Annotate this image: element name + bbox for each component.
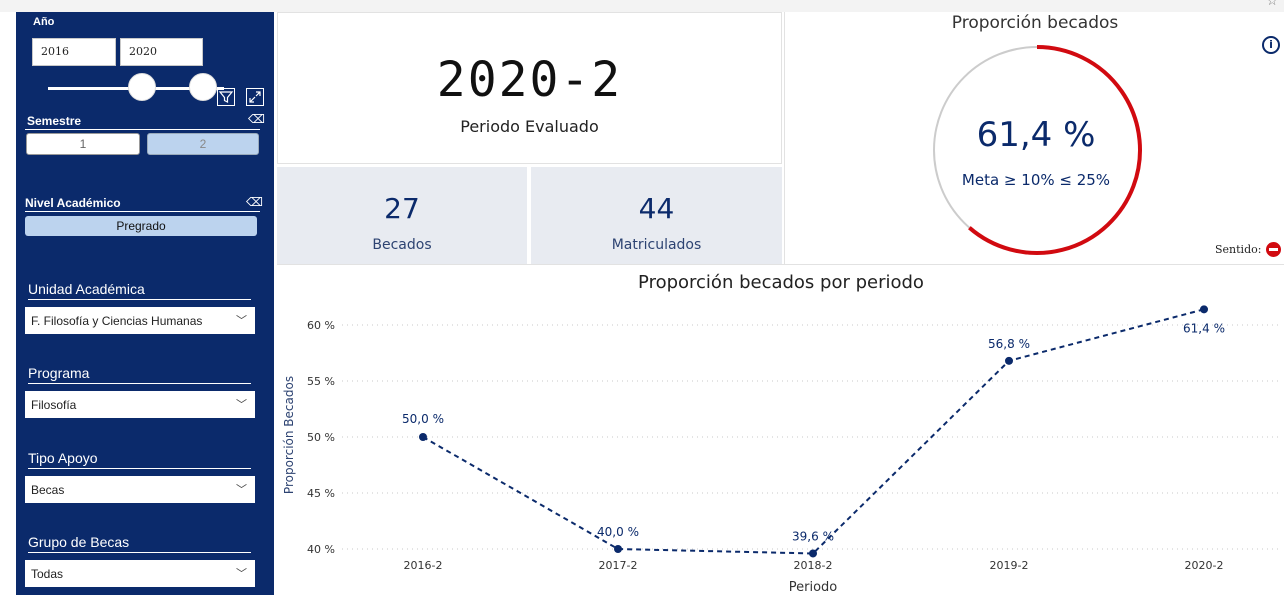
period-value: 2020-2 xyxy=(436,52,623,108)
x-tick-label: 2020-2 xyxy=(1185,559,1224,572)
dashboard: ☆ Año 2016 2020 Semestre ⌫ 1 2 Nivel Aca… xyxy=(0,0,1284,595)
clear-semester-icon[interactable]: ⌫ xyxy=(248,112,265,126)
academic-unit-divider xyxy=(28,299,251,300)
x-tick-label: 2017-2 xyxy=(599,559,638,572)
academic-level-divider xyxy=(25,211,260,212)
focus-mode-icon[interactable] xyxy=(246,88,264,106)
data-label: 50,0 % xyxy=(402,412,444,426)
filter-sidebar: Año 2016 2020 Semestre ⌫ 1 2 Nivel Acadé… xyxy=(16,12,274,595)
data-label: 40,0 % xyxy=(597,525,639,539)
semester-label: Semestre xyxy=(27,114,82,128)
gauge-title: Proporción becados xyxy=(951,13,1119,33)
y-tick-label: 50 % xyxy=(307,431,335,444)
academic-unit-value: F. Filosofía y Ciencias Humanas xyxy=(31,314,203,328)
year-from-input[interactable]: 2016 xyxy=(32,38,116,66)
chart-title: Proporción becados por periodo xyxy=(638,272,924,293)
minus-circle-icon xyxy=(1266,242,1281,257)
chevron-down-icon: ﹀ xyxy=(236,484,247,496)
y-tick-label: 55 % xyxy=(307,375,335,388)
x-tick-label: 2019-2 xyxy=(990,559,1029,572)
chevron-down-icon: ﹀ xyxy=(236,399,247,411)
year-label: Año xyxy=(33,16,55,28)
data-point xyxy=(809,549,817,558)
program-dropdown[interactable]: Filosofía ﹀ xyxy=(25,391,255,418)
y-axis-title: Proporción Becados xyxy=(282,376,296,494)
year-slider-handle-to[interactable] xyxy=(189,73,217,101)
year-to-input[interactable]: 2020 xyxy=(120,38,203,66)
chevron-down-icon: ﹀ xyxy=(236,315,247,327)
scholarship-group-dropdown[interactable]: Todas ﹀ xyxy=(25,560,255,587)
support-type-dropdown[interactable]: Becas ﹀ xyxy=(25,476,255,503)
program-value: Filosofía xyxy=(31,398,77,412)
card-divider xyxy=(784,12,785,265)
gauge-value: 61,4 % xyxy=(976,115,1096,155)
scholarship-group-label: Grupo de Becas xyxy=(28,534,130,550)
semester-option-2[interactable]: 2 xyxy=(147,133,259,155)
kpi-label: Becados xyxy=(372,237,432,253)
data-label: 56,8 % xyxy=(988,337,1030,351)
academic-level-option[interactable]: Pregrado xyxy=(25,216,257,236)
scholarship-group-value: Todas xyxy=(31,567,64,581)
data-point xyxy=(1005,356,1013,365)
browser-top-strip: ☆ xyxy=(0,0,1284,12)
gauge-goal: Meta ≥ 10% ≤ 25% xyxy=(961,171,1111,189)
semester-option-1[interactable]: 1 xyxy=(26,133,140,155)
data-point xyxy=(1200,305,1208,314)
data-label: 61,4 % xyxy=(1183,321,1225,335)
kpi-value: 27 xyxy=(384,192,420,225)
academic-unit-label: Unidad Académica xyxy=(28,281,145,297)
sentido-label: Sentido: xyxy=(1215,243,1262,256)
series-line xyxy=(422,308,1205,555)
scholarship-group-divider xyxy=(28,552,251,553)
info-icon[interactable]: i xyxy=(1262,36,1280,54)
kpi-card-matriculados: 44 Matriculados xyxy=(531,167,782,264)
x-axis-title: Periodo xyxy=(789,580,838,595)
x-tick-label: 2018-2 xyxy=(794,559,833,572)
y-tick-label: 45 % xyxy=(307,487,335,500)
program-divider xyxy=(28,383,251,384)
academic-level-label: Nivel Académico xyxy=(25,196,121,210)
period-label: Periodo Evaluado xyxy=(460,117,599,136)
x-tick-label: 2016-2 xyxy=(404,559,443,572)
support-type-divider xyxy=(28,468,251,469)
filter-icon[interactable] xyxy=(217,88,235,106)
academic-unit-dropdown[interactable]: F. Filosofía y Ciencias Humanas ﹀ xyxy=(25,307,255,334)
data-point xyxy=(614,545,622,553)
year-slider-handle-from[interactable] xyxy=(128,73,156,101)
star-icon[interactable]: ☆ xyxy=(1266,0,1278,9)
chevron-down-icon: ﹀ xyxy=(236,568,247,580)
data-label: 39,6 % xyxy=(792,529,834,543)
line-chart: 40 % 45 % 50 % 55 % 60 % 2016-2 2017-2 2018-2 20… xyxy=(282,305,1282,595)
semester-divider xyxy=(25,129,260,130)
program-label: Programa xyxy=(28,365,90,381)
y-tick-label: 40 % xyxy=(307,543,335,556)
kpi-label: Matriculados xyxy=(611,237,702,253)
kpi-card-becados: 27 Becados xyxy=(277,167,527,264)
data-point xyxy=(419,433,427,441)
y-tick-label: 60 % xyxy=(307,319,335,332)
clear-academic-level-icon[interactable]: ⌫ xyxy=(246,195,263,209)
kpi-value: 44 xyxy=(638,192,675,225)
support-type-value: Becas xyxy=(31,483,65,497)
support-type-label: Tipo Apoyo xyxy=(28,450,98,466)
card-divider xyxy=(277,264,1284,265)
